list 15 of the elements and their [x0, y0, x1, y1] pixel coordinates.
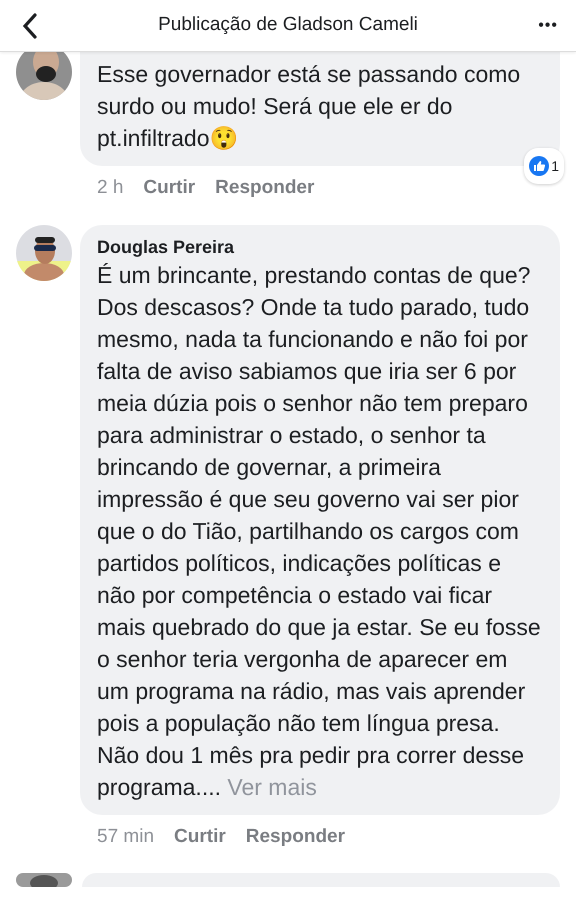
- like-link[interactable]: Curtir: [174, 822, 226, 851]
- back-icon: [22, 12, 38, 38]
- author-name[interactable]: Douglas Pereira: [97, 234, 544, 258]
- like-link[interactable]: Curtir: [143, 174, 196, 202]
- page-title: Publicação de Gladson Cameli: [158, 13, 418, 38]
- reply-link[interactable]: Responder: [215, 174, 314, 202]
- comment-text: Esse governador está se passando como surdo ou mudo! Será que ele er do pt.infiltrado😲: [97, 60, 522, 153]
- see-more-link[interactable]: Ver mais: [227, 774, 317, 800]
- reply-link[interactable]: Responder: [246, 822, 346, 851]
- comment-text: É um brincante, prestando contas de que? Dos descasos? Onde ta tudo parado, tudo mesmo, nada ta funcionando e não foi por falta de aviso sabiamos que iria ser 6 por meia dúzia pois o senhor não tem preparo para administrar o estado, o senhor ta brincando de governar, a primeira impressão é que seu governo vai ser pior que o do Tião, partilhando os cargos com partidos políticos, indicações políticas e não por competência o estado vai ficar mais quebrado do que ja estar. Se eu fosse o senhor teria vergonha de aparecer em um programa na rádio, mas vais aprender pois a população não tem língua presa. Não dou 1 mês pra pedir pra correr desse programa.... Ver mais: [97, 260, 542, 802]
- like-icon: [529, 156, 550, 176]
- reaction-count: 1: [551, 157, 559, 176]
- more-button[interactable]: •••: [516, 14, 576, 38]
- comment-time: 2 h: [97, 176, 124, 200]
- comment-time: 57 min: [97, 824, 154, 848]
